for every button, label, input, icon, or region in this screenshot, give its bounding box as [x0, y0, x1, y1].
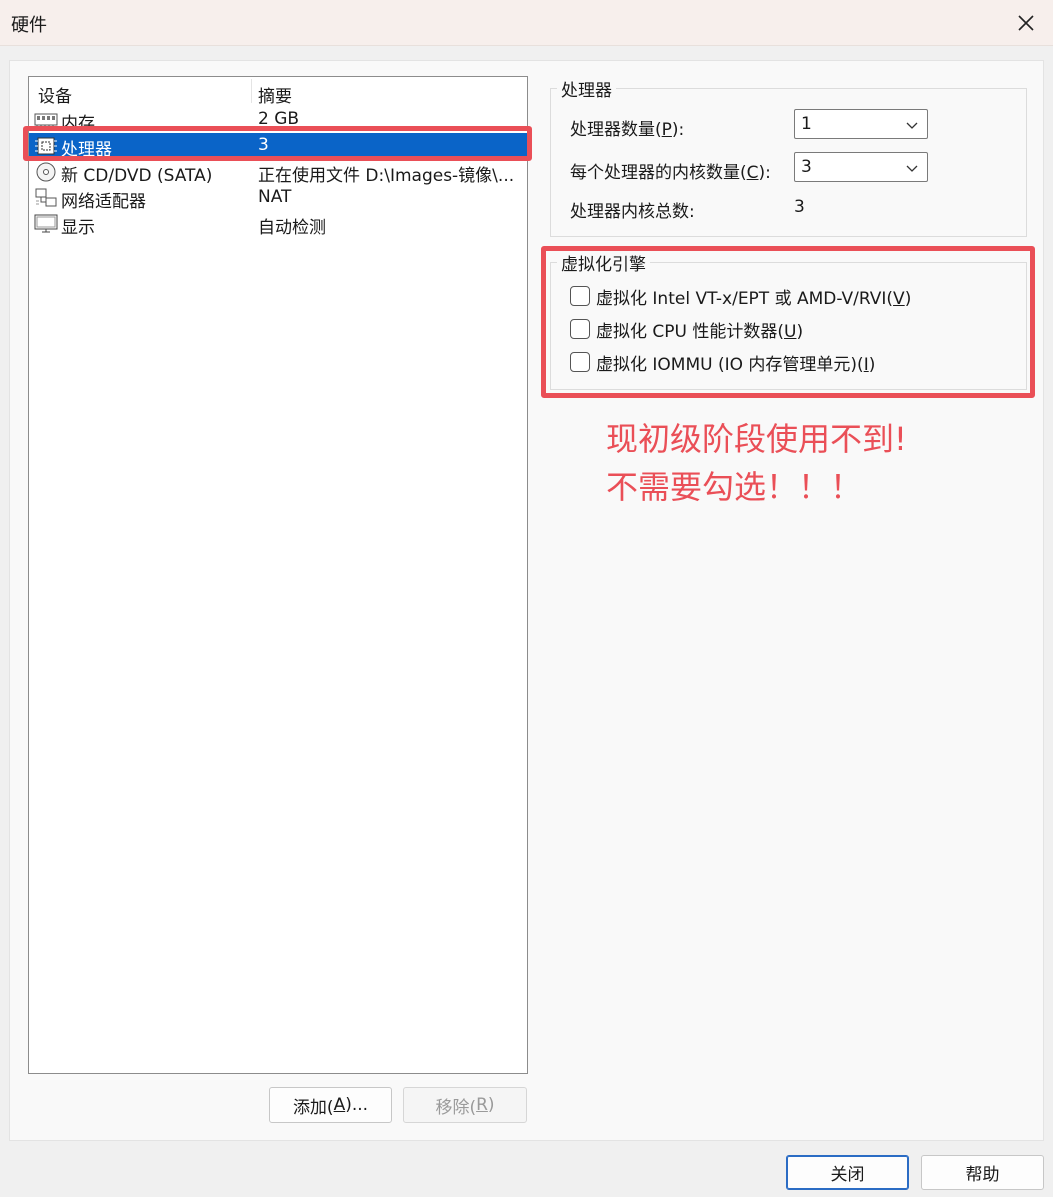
cores-per-processor-label-suffix: ):	[758, 163, 771, 183]
help-button[interactable]: 帮助	[921, 1155, 1044, 1190]
device-row-cd-dvd[interactable]: 新 CD/DVD (SATA) 正在使用文件 D:\Images-镜像\...	[29, 159, 527, 186]
remove-button[interactable]: 移除(R)	[403, 1087, 527, 1123]
remove-button-label-suffix: )	[487, 1095, 495, 1115]
cores-per-processor-accesskey: C	[746, 163, 759, 183]
chevron-down-icon	[906, 165, 918, 172]
column-header-device[interactable]: 设备	[38, 82, 72, 107]
annotation-highlight-virtualization	[541, 246, 1035, 398]
processor-count-value: 1	[801, 114, 812, 134]
chevron-down-icon	[906, 122, 918, 129]
display-icon	[34, 214, 58, 234]
add-button-label-suffix: )...	[345, 1095, 369, 1115]
cores-per-processor-value: 3	[801, 157, 812, 177]
processor-count-label: 处理器数量(P):	[570, 115, 684, 140]
window-title: 硬件	[11, 15, 47, 36]
processor-count-select[interactable]: 1	[794, 109, 928, 139]
annotation-text-line1: 现初级阶段使用不到!	[606, 420, 907, 458]
close-button[interactable]: 关闭	[786, 1155, 909, 1190]
device-summary: 正在使用文件 D:\Images-镜像\...	[258, 166, 515, 186]
add-button-accesskey: A	[333, 1095, 346, 1115]
cd-dvd-icon	[34, 162, 58, 182]
annotation-text-line2: 不需要勾选！！！	[606, 468, 863, 506]
total-cores-value: 3	[794, 197, 805, 217]
cores-per-processor-select[interactable]: 3	[794, 152, 928, 182]
add-button[interactable]: 添加(A)...	[269, 1087, 392, 1123]
device-summary: NAT	[258, 187, 292, 207]
column-header-summary[interactable]: 摘要	[258, 82, 292, 107]
device-row-display[interactable]: 显示 自动检测	[29, 211, 527, 238]
processor-count-label-text: 处理器数量(	[570, 120, 662, 140]
device-list[interactable]: 设备 摘要 内存 2 GB 处理器 3 新 CD/DVD (SATA) 正在使用…	[28, 76, 528, 1074]
device-name: 新 CD/DVD (SATA)	[61, 166, 213, 186]
annotation-highlight-processor-row	[23, 126, 532, 161]
device-row-network-adapter[interactable]: 网络适配器 NAT	[29, 185, 527, 212]
device-summary: 自动检测	[258, 218, 326, 238]
processor-count-label-suffix: ):	[671, 120, 685, 140]
processor-group-title: 处理器	[557, 76, 616, 101]
add-button-label: 添加(	[292, 1097, 334, 1118]
processor-count-accesskey: P	[661, 120, 672, 140]
title-bar: 硬件	[0, 0, 1053, 46]
device-name: 网络适配器	[61, 192, 146, 212]
device-name: 显示	[61, 218, 95, 238]
remove-button-label: 移除(	[435, 1097, 477, 1118]
network-adapter-icon	[34, 188, 58, 208]
total-cores-label: 处理器内核总数:	[570, 202, 695, 222]
remove-button-accesskey: R	[476, 1095, 488, 1115]
list-header: 设备 摘要	[29, 77, 527, 107]
cores-per-processor-label: 每个处理器的内核数量(C):	[570, 158, 771, 183]
cores-per-processor-label-text: 每个处理器的内核数量(	[570, 163, 747, 183]
column-divider[interactable]	[251, 79, 252, 103]
close-icon[interactable]	[1011, 8, 1041, 38]
